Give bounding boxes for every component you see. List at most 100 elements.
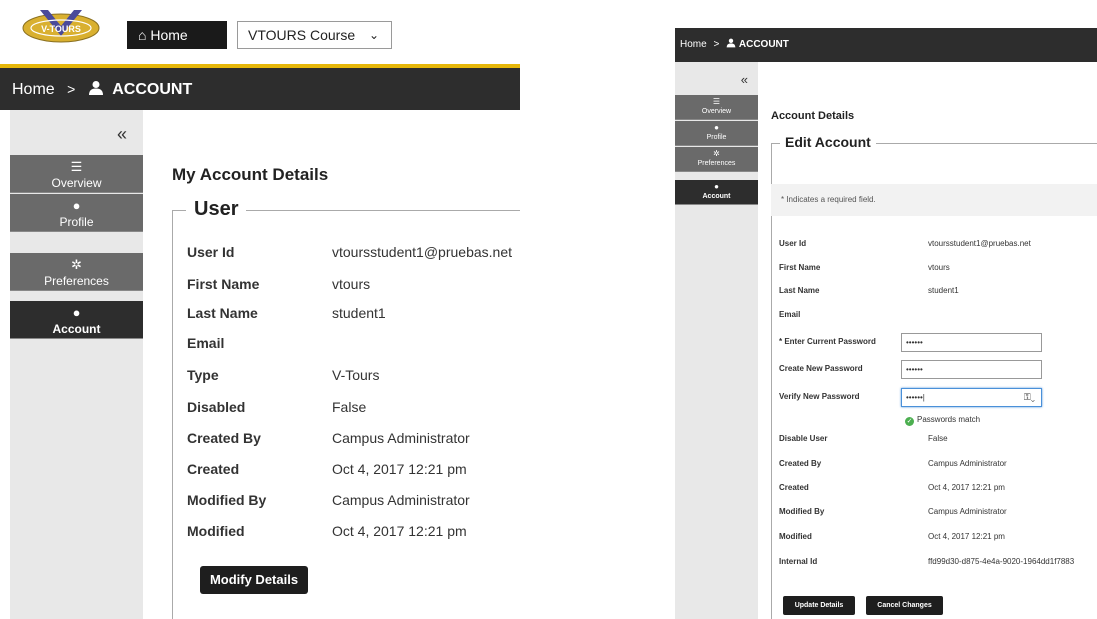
detail-value: Campus Administrator: [928, 507, 1007, 516]
list-icon: ☰: [70, 159, 83, 174]
sidebar-item-label: Account: [702, 193, 731, 200]
sidebar-item-label: Account: [52, 322, 101, 336]
course-select[interactable]: VTOURS Course ⌄: [237, 21, 392, 49]
sidebar-item-preferences[interactable]: ✲ Preferences: [10, 253, 143, 291]
breadcrumb-separator: >: [713, 39, 720, 50]
breadcrumb-separator: >: [67, 81, 76, 97]
detail-value: ffd99d30-d875-4e4a-9020-1964dd1f7883: [928, 557, 1075, 566]
detail-value: Oct 4, 2017 12:21 pm: [332, 461, 467, 477]
page-title: My Account Details: [172, 165, 329, 184]
logo-text: V-TOURS: [41, 24, 81, 34]
person-icon: ●: [714, 182, 719, 191]
sidebar-item-label: Preferences: [697, 160, 736, 167]
detail-label: User Id: [779, 239, 807, 248]
sidebar-item-profile[interactable]: ● Profile: [675, 121, 758, 146]
detail-value: vtoursstudent1@pruebas.net: [928, 239, 1031, 248]
sidebar: « ☰ Overview ● Profile ✲ Preferences ● A…: [10, 110, 143, 619]
page-title: Account Details: [771, 110, 855, 122]
detail-value: Oct 4, 2017 12:21 pm: [928, 532, 1005, 541]
detail-value: Campus Administrator: [332, 492, 470, 508]
modify-details-button[interactable]: Modify Details: [200, 566, 308, 594]
detail-value: False: [332, 399, 367, 415]
breadcrumb-home[interactable]: Home: [12, 81, 55, 98]
new-password-input[interactable]: ••••••: [901, 360, 1042, 379]
sidebar-item-profile[interactable]: ● Profile: [10, 194, 143, 232]
detail-label: First Name: [187, 276, 260, 292]
detail-label: Created: [779, 483, 809, 492]
detail-value: Oct 4, 2017 12:21 pm: [332, 523, 467, 539]
detail-label: Last Name: [187, 305, 258, 321]
cancel-changes-button[interactable]: Cancel Changes: [866, 596, 943, 615]
list-icon: ☰: [712, 97, 721, 106]
detail-label: Disabled: [187, 399, 246, 415]
fieldset-legend: Edit Account: [780, 134, 876, 150]
detail-label: Created By: [187, 430, 261, 446]
person-icon: [88, 81, 103, 95]
detail-value: False: [928, 434, 948, 443]
sidebar-item-label: Profile: [59, 215, 94, 229]
gear-icon: ✲: [71, 257, 82, 272]
current-password-input[interactable]: ••••••: [901, 333, 1042, 352]
home-button-label: Home: [150, 27, 188, 43]
sidebar: « ☰ Overview ● Profile ✲ Preferences ● A…: [675, 62, 758, 619]
breadcrumb-current: ACCOUNT: [738, 39, 789, 50]
detail-value: V-Tours: [332, 367, 380, 383]
sidebar-item-overview[interactable]: ☰ Overview: [675, 95, 758, 120]
collapse-sidebar-icon[interactable]: «: [117, 124, 127, 145]
edit-account-view: Home > ACCOUNT « ☰ Overview ● Profile ✲ …: [675, 28, 1097, 619]
sidebar-item-label: Preferences: [44, 274, 109, 288]
detail-label: Modified: [187, 523, 245, 539]
fieldset-legend: User: [186, 198, 247, 221]
person-icon: ●: [72, 305, 81, 320]
home-button[interactable]: ⌂ Home: [127, 21, 227, 49]
home-icon: ⌂: [138, 27, 147, 43]
course-select-value: VTOURS Course: [248, 27, 356, 43]
detail-value: student1: [332, 305, 386, 321]
detail-value: vtours: [332, 276, 371, 292]
detail-value: vtoursstudent1@pruebas.net: [332, 244, 512, 260]
person-icon: ●: [72, 198, 81, 213]
detail-value: Campus Administrator: [928, 459, 1007, 468]
detail-value: Campus Administrator: [332, 430, 470, 446]
breadcrumb: Home > ACCOUNT: [0, 68, 520, 110]
detail-label: User Id: [187, 244, 235, 260]
required-note: * Indicates a required field.: [771, 184, 1097, 216]
sidebar-item-label: Overview: [701, 108, 732, 115]
verify-password-input[interactable]: ••••••| ⚿⌄: [901, 388, 1042, 407]
detail-label: Modified By: [187, 492, 267, 508]
breadcrumb-current: ACCOUNT: [112, 81, 193, 98]
sidebar-item-overview[interactable]: ☰ Overview: [10, 155, 143, 193]
detail-label: Disable User: [779, 434, 828, 443]
detail-label: Type: [187, 367, 219, 383]
person-icon: [726, 38, 736, 48]
detail-value: Oct 4, 2017 12:21 pm: [928, 483, 1005, 492]
passwords-match-text: Passwords match: [917, 415, 981, 424]
gear-icon: ✲: [713, 149, 720, 158]
passwords-match-status: ✓ Passwords match: [905, 415, 980, 426]
check-icon: ✓: [905, 417, 914, 426]
sidebar-item-label: Profile: [706, 134, 727, 141]
detail-label: Internal Id: [779, 557, 818, 566]
breadcrumb: Home > ACCOUNT: [675, 28, 1097, 62]
detail-label: Created: [187, 461, 240, 477]
person-icon: ●: [714, 123, 719, 132]
detail-label: First Name: [779, 263, 821, 272]
detail-label: Last Name: [779, 286, 820, 295]
current-password-label: * Enter Current Password: [779, 337, 876, 346]
detail-label: Modified: [779, 532, 812, 541]
key-icon[interactable]: ⚿⌄: [1024, 389, 1035, 406]
breadcrumb-home[interactable]: Home: [680, 39, 707, 50]
detail-label: Modified By: [779, 507, 825, 516]
detail-value: student1: [928, 286, 959, 295]
sidebar-item-preferences[interactable]: ✲ Preferences: [675, 147, 758, 172]
sidebar-item-account[interactable]: ● Account: [675, 180, 758, 205]
sidebar-item-label: Overview: [51, 176, 102, 190]
detail-label: Email: [779, 310, 801, 319]
sidebar-item-account[interactable]: ● Account: [10, 301, 143, 339]
collapse-sidebar-icon[interactable]: «: [741, 72, 748, 87]
update-details-button[interactable]: Update Details: [783, 596, 855, 615]
chevron-down-icon: ⌄: [368, 28, 379, 42]
detail-value: vtours: [928, 263, 950, 272]
vtours-logo[interactable]: V-TOURS: [20, 6, 102, 50]
verify-password-label: Verify New Password: [779, 392, 860, 401]
